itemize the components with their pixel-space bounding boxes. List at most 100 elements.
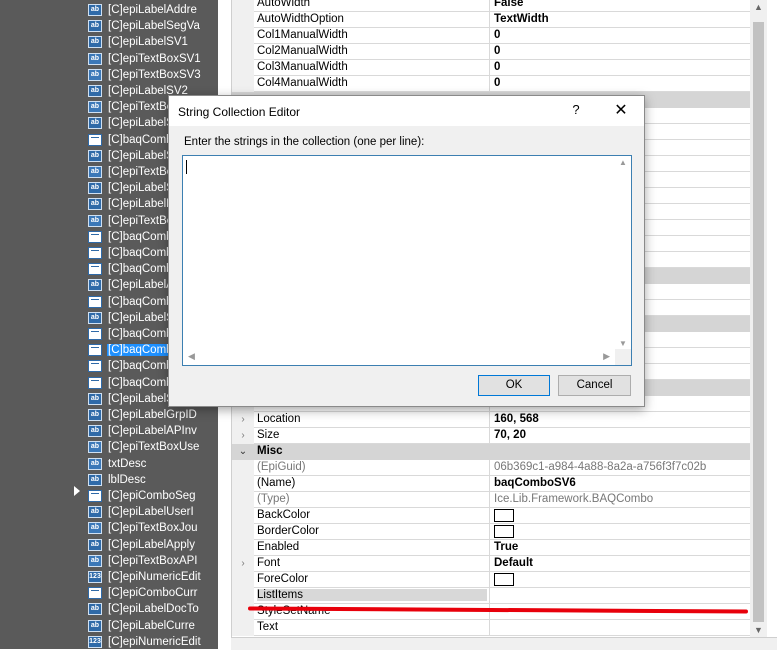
property-name: Misc	[257, 445, 283, 457]
tree-item[interactable]: ab txtDesc	[88, 456, 218, 472]
tree-item-label: [C]epiLabelSV1	[108, 36, 188, 49]
column-divider	[489, 44, 490, 60]
property-value[interactable]: False	[494, 0, 749, 9]
textarea-vertical-scrollbar[interactable]: ▲ ▼	[615, 156, 631, 350]
ok-button[interactable]: OK	[478, 375, 550, 396]
property-value[interactable]: 160, 568	[494, 413, 749, 425]
column-divider	[489, 460, 490, 476]
property-row[interactable]: Col1ManualWidth 0	[232, 28, 751, 44]
property-row[interactable]: (EpiGuid) 06b369c1-a984-4a88-8a2a-a756f3f…	[232, 460, 751, 476]
label-icon: ab	[88, 409, 102, 421]
row-gutter	[232, 524, 254, 540]
property-value[interactable]: 0	[494, 29, 749, 41]
tree-item[interactable]: ab [C]epiTextBoxUse	[88, 439, 218, 455]
cancel-button[interactable]: Cancel	[558, 375, 631, 396]
tree-item[interactable]: ab [C]epiLabelCurre	[88, 618, 218, 634]
window-edge	[767, 0, 777, 649]
property-value[interactable]: TextWidth	[494, 13, 749, 25]
property-row[interactable]: BorderColor	[232, 524, 751, 540]
property-value[interactable]: Default	[494, 557, 749, 569]
tree-item-label: [C]epiLabelApply	[108, 538, 195, 551]
property-row[interactable]: › Location 160, 568	[232, 412, 751, 428]
category-misc[interactable]: ⌄ Misc	[232, 444, 751, 460]
property-row[interactable]: Text	[232, 620, 751, 636]
tree-item[interactable]: ab [C]epiLabelGrpID	[88, 407, 218, 423]
label-icon: ab	[88, 425, 102, 438]
property-row[interactable]: ListItems	[232, 588, 751, 604]
property-value[interactable]	[494, 573, 749, 586]
property-value[interactable]: 70, 20	[494, 429, 749, 441]
tree-item-label: [C]epiNumericEdit	[108, 571, 201, 583]
property-value[interactable]	[494, 525, 749, 538]
property-row[interactable]: AutoWidth False	[232, 0, 751, 12]
combo-icon	[88, 344, 102, 357]
property-row[interactable]: ForeColor	[232, 572, 751, 588]
tree-item[interactable]: [C]epiComboSeg	[88, 488, 218, 504]
scroll-up-icon[interactable]: ▲	[754, 2, 763, 12]
property-row[interactable]: (Name) baqComboSV6	[232, 476, 751, 492]
tree-item[interactable]: ab lblDesc	[88, 472, 218, 488]
tree-item[interactable]: ab [C]epiLabelUserI	[88, 504, 218, 520]
property-row[interactable]: Col4ManualWidth 0	[232, 76, 751, 92]
row-gutter	[232, 0, 254, 12]
property-value[interactable]: 0	[494, 45, 749, 57]
tree-item[interactable]: ab [C]epiLabelDocTo	[88, 601, 218, 617]
property-value[interactable]: 0	[494, 61, 749, 73]
property-name: Col4ManualWidth	[257, 77, 348, 89]
property-name: Size	[257, 429, 280, 441]
property-row[interactable]: › Font Default	[232, 556, 751, 572]
expand-chevron-icon[interactable]: ›	[232, 428, 254, 444]
property-row[interactable]: AutoWidthOption TextWidth	[232, 12, 751, 28]
property-row[interactable]: › Size 70, 20	[232, 428, 751, 444]
tree-item[interactable]: ab [C]epiTextBoxAPI	[88, 553, 218, 569]
strings-textarea[interactable]: ▲ ▼ ◀ ▶	[182, 155, 632, 366]
tree-item[interactable]: ab [C]epiLabelSV1	[88, 34, 218, 50]
tree-item-label: [C]epiTextBo	[108, 101, 174, 114]
collapse-chevron-icon[interactable]: ⌄	[232, 444, 254, 460]
label-icon: ab	[88, 36, 102, 49]
scroll-up-icon[interactable]: ▲	[619, 158, 627, 167]
tree-item[interactable]: ab [C]epiLabelApply	[88, 537, 218, 553]
row-gutter	[232, 12, 254, 28]
tree-item[interactable]: 123 [C]epiNumericEdit	[88, 569, 218, 585]
tree-item[interactable]: ab [C]epiLabelSegVa	[88, 18, 218, 34]
color-swatch	[494, 509, 514, 522]
close-icon[interactable]: ✕	[612, 100, 630, 120]
scroll-down-icon[interactable]: ▼	[619, 339, 627, 348]
label-icon: ab	[88, 603, 102, 616]
property-grid-scrollbar[interactable]: ▲ ▼	[750, 0, 767, 649]
property-value[interactable]: 06b369c1-a984-4a88-8a2a-a756f3f7c02b	[494, 461, 749, 473]
property-row[interactable]: BackColor	[232, 508, 751, 524]
tree-item-label: [C]baqComb	[108, 230, 173, 243]
property-row[interactable]: Col3ManualWidth 0	[232, 60, 751, 76]
tree-item[interactable]: 123 [C]epiNumericEdit	[88, 634, 218, 649]
label-icon: ab	[88, 311, 102, 324]
help-icon[interactable]: ?	[569, 102, 583, 117]
property-value[interactable]: True	[494, 541, 749, 553]
expand-arrow-icon[interactable]	[74, 486, 80, 496]
textarea-horizontal-scrollbar[interactable]: ◀ ▶	[183, 349, 616, 365]
tree-item[interactable]: ab [C]epiTextBoxSV3	[88, 67, 218, 83]
scroll-left-icon[interactable]: ◀	[188, 351, 195, 362]
tree-item[interactable]: ab [C]epiLabelAPInv	[88, 423, 218, 439]
property-value[interactable]: 0	[494, 77, 749, 89]
scroll-right-icon[interactable]: ▶	[603, 351, 610, 362]
expand-chevron-icon[interactable]: ›	[232, 556, 254, 572]
property-value[interactable]	[494, 509, 749, 522]
property-row[interactable]: Col2ManualWidth 0	[232, 44, 751, 60]
property-value[interactable]: baqComboSV6	[494, 477, 749, 489]
tree-item[interactable]: ab [C]epiTextBoxSV1	[88, 51, 218, 67]
property-row[interactable]: Enabled True	[232, 540, 751, 556]
dialog-titlebar[interactable]: String Collection Editor ? ✕	[169, 96, 644, 126]
scrollbar-thumb[interactable]	[753, 22, 764, 622]
property-name: AutoWidthOption	[257, 13, 344, 25]
property-row[interactable]: (Type) Ice.Lib.Framework.BAQCombo	[232, 492, 751, 508]
expand-chevron-icon[interactable]: ›	[232, 412, 254, 428]
tree-item[interactable]: [C]epiComboCurr	[88, 585, 218, 601]
property-value[interactable]: Ice.Lib.Framework.BAQCombo	[494, 493, 749, 505]
tree-item-label: [C]baqComb	[108, 295, 173, 308]
column-divider	[489, 428, 490, 444]
scroll-down-icon[interactable]: ▼	[754, 625, 763, 635]
tree-item[interactable]: ab [C]epiTextBoxJou	[88, 520, 218, 536]
tree-item[interactable]: ab [C]epiLabelAddre	[88, 2, 218, 18]
